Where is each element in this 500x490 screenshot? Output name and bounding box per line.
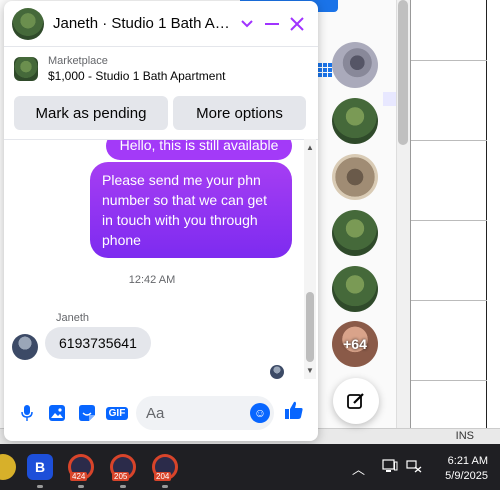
system-clock[interactable]: 6:21 AM 5/9/2025 xyxy=(445,454,488,484)
running-indicator xyxy=(37,485,43,488)
background-scrollbar-thumb[interactable] xyxy=(398,0,408,145)
minimize-icon[interactable] xyxy=(259,11,284,37)
incoming-message[interactable]: 6193735641 xyxy=(45,327,151,359)
running-indicator xyxy=(120,485,126,488)
marketplace-label: Marketplace xyxy=(48,55,108,67)
contact-avatar[interactable] xyxy=(12,7,44,40)
apps-grid-icon[interactable] xyxy=(318,63,332,77)
clock-time: 6:21 AM xyxy=(447,455,488,467)
chat-window: Janeth · Studio 1 Bath Apa... Marketplac… xyxy=(4,1,318,441)
notification-badge: 424 xyxy=(70,472,88,481)
message-input-placeholder: Aa xyxy=(146,404,165,422)
chat-head[interactable] xyxy=(332,98,378,144)
more-chats-count: +64 xyxy=(343,336,367,352)
running-indicator xyxy=(162,485,168,488)
message-list[interactable]: Hello, this is still available Please se… xyxy=(4,139,318,379)
listing-thumbnail[interactable] xyxy=(14,57,38,81)
network-disconnected-icon[interactable] xyxy=(406,459,422,476)
message-composer: GIF Aa ☺ xyxy=(4,393,318,433)
outgoing-message[interactable]: Please send me your phn number so that w… xyxy=(90,162,292,258)
message-timestamp: 12:42 AM xyxy=(128,274,176,286)
seen-indicator-avatar xyxy=(270,365,284,379)
security-app-icon[interactable]: B xyxy=(27,454,53,480)
chat-title[interactable]: Janeth · Studio 1 Bath Apa... xyxy=(53,15,234,32)
mark-as-pending-button[interactable]: Mark as pending xyxy=(14,96,168,130)
chat-head[interactable] xyxy=(332,42,378,88)
new-message-button[interactable] xyxy=(333,378,379,424)
clock-date: 5/9/2025 xyxy=(445,470,488,482)
gif-icon[interactable]: GIF xyxy=(102,398,132,428)
chat-head[interactable] xyxy=(332,210,378,256)
message-scrollbar[interactable]: ▲ ▼ xyxy=(304,139,316,379)
like-thumbs-up-icon[interactable] xyxy=(284,400,304,426)
running-indicator xyxy=(78,485,84,488)
listing-title[interactable]: $1,000 - Studio 1 Bath Apartment xyxy=(48,69,225,83)
emoji-icon[interactable]: ☺ xyxy=(250,403,270,423)
sender-avatar[interactable] xyxy=(12,334,38,360)
sticker-icon[interactable] xyxy=(72,398,102,428)
taskbar: B 424 205 204 ︿ 6:21 AM 5/9/2025 xyxy=(0,444,500,490)
background-ruler-panel xyxy=(410,0,500,428)
chevron-down-icon[interactable] xyxy=(234,11,259,37)
photo-icon[interactable] xyxy=(42,398,72,428)
gif-label: GIF xyxy=(105,406,129,420)
marketplace-listing[interactable]: Marketplace $1,000 - Studio 1 Bath Apart… xyxy=(14,55,225,83)
chat-head[interactable] xyxy=(332,154,378,200)
notification-badge: 205 xyxy=(112,472,130,481)
chevron-up-icon[interactable]: ︿ xyxy=(352,459,365,478)
outgoing-message[interactable]: Hello, this is still available xyxy=(106,140,292,160)
more-chats-head[interactable]: +64 xyxy=(332,321,378,367)
message-input[interactable]: Aa ☺ xyxy=(136,396,274,430)
insert-mode-indicator[interactable]: INS xyxy=(456,430,474,442)
sender-name: Janeth xyxy=(56,312,90,324)
message-scrollbar-thumb[interactable] xyxy=(306,292,314,362)
taskbar-app-icon[interactable] xyxy=(0,454,16,480)
close-icon[interactable] xyxy=(285,11,310,37)
chat-header[interactable]: Janeth · Studio 1 Bath Apa... xyxy=(4,1,318,47)
scroll-down-arrow-icon[interactable]: ▼ xyxy=(304,366,316,375)
scroll-up-arrow-icon[interactable]: ▲ xyxy=(304,143,316,152)
more-options-button[interactable]: More options xyxy=(173,96,306,130)
microphone-icon[interactable] xyxy=(12,398,42,428)
display-icon[interactable] xyxy=(382,459,398,476)
notification-badge: 204 xyxy=(154,472,172,481)
chat-head[interactable] xyxy=(332,266,378,312)
